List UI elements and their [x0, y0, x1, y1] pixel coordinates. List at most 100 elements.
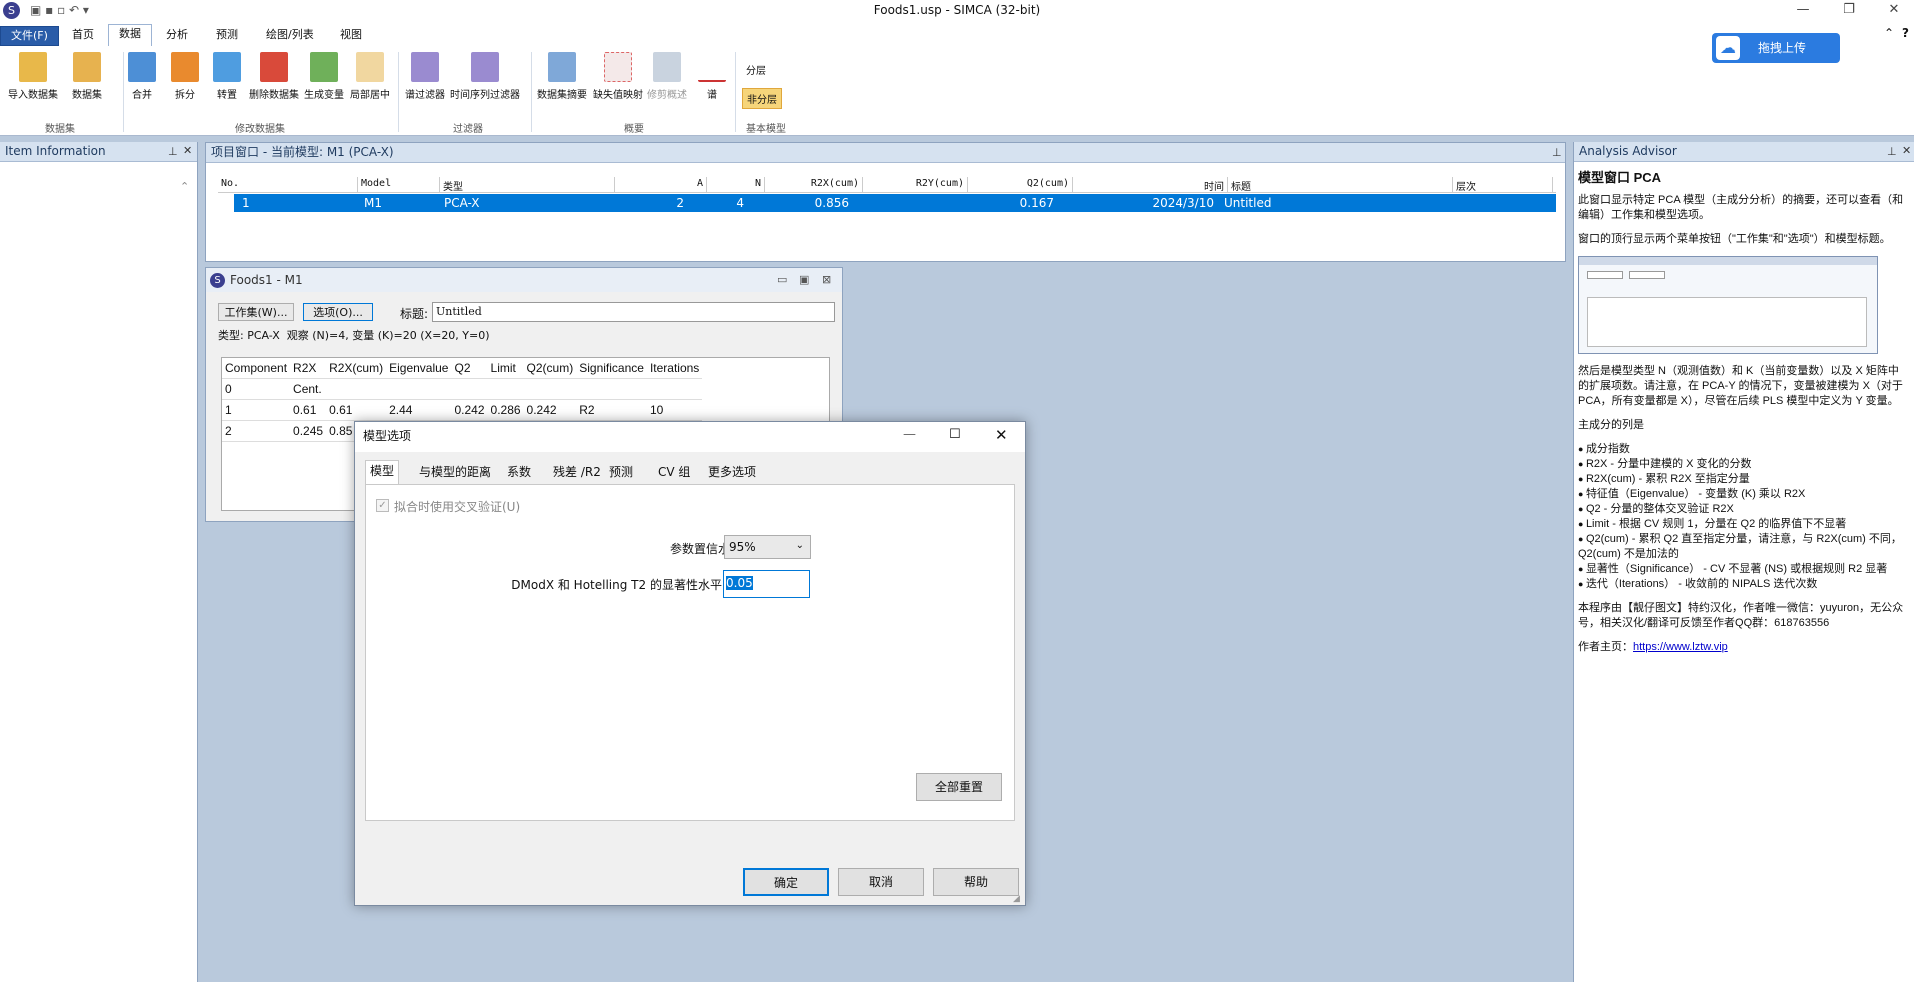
cell: R2: [576, 399, 647, 421]
confidence-select[interactable]: 95% ⌄: [724, 535, 811, 559]
non-hierarchical-button[interactable]: 非分层: [742, 88, 782, 109]
maximize-icon[interactable]: ▣: [799, 273, 809, 286]
col-eigenvalue: Eigenvalue: [386, 358, 452, 379]
minimize-icon[interactable]: ▭: [777, 273, 787, 286]
restore-icon[interactable]: ❐: [1829, 0, 1869, 22]
cell: [646, 378, 703, 400]
cell: 2.44: [386, 399, 452, 421]
tab-cv-groups[interactable]: CV 组: [654, 462, 694, 484]
col-time[interactable]: 时间: [1073, 177, 1228, 193]
col-model[interactable]: Model: [358, 177, 440, 193]
scroll-up-icon[interactable]: ⌃: [180, 180, 189, 193]
close-icon[interactable]: ✕: [1874, 0, 1914, 22]
pane-title: Analysis Advisor: [1579, 144, 1677, 158]
dataset-button[interactable]: 数据集: [72, 52, 102, 101]
tab-more-options[interactable]: 更多选项: [704, 462, 760, 484]
tab-plot-list[interactable]: 绘图/列表: [256, 26, 324, 46]
cell: 0: [222, 378, 291, 400]
table-row[interactable]: 1 M1 PCA-X 2 4 0.856 0.167 2024/3/10 Unt…: [234, 194, 1556, 212]
dmodx-input[interactable]: 0.05: [723, 570, 810, 598]
help-button[interactable]: 帮助: [933, 868, 1019, 896]
group-label-dataset: 数据集: [45, 124, 75, 135]
col-a[interactable]: A: [615, 177, 707, 193]
pane-title: Item Information: [5, 144, 106, 158]
missing-map-button[interactable]: 缺失值映射: [593, 52, 643, 101]
time-series-filter-button[interactable]: 时间序列过滤器: [450, 52, 520, 101]
tab-residuals[interactable]: 残差 /R2: [549, 462, 605, 484]
cell: [451, 378, 488, 400]
col-n[interactable]: N: [707, 177, 765, 193]
col-q2[interactable]: Q2(cum): [968, 177, 1073, 193]
cell: [326, 378, 387, 400]
pin-icon[interactable]: ⊥: [1552, 146, 1562, 159]
close-icon[interactable]: ⊠: [822, 273, 831, 286]
split-button[interactable]: 拆分: [171, 52, 199, 101]
list-item: 迭代（Iterations） - 收敛前的 NIPALS 迭代次数: [1578, 577, 1908, 592]
crossval-label: 拟合时使用交叉验证(U): [394, 500, 521, 514]
col-type[interactable]: 类型: [440, 177, 615, 193]
window-title: Foods1.usp - SIMCA (32-bit): [873, 3, 1041, 17]
ok-button[interactable]: 确定: [743, 868, 829, 896]
cancel-button[interactable]: 取消: [838, 868, 924, 896]
pin-icon[interactable]: ⊥: [168, 145, 178, 158]
cell: 0.61: [290, 399, 327, 421]
close-icon[interactable]: ✕: [1902, 144, 1911, 157]
group-label-summary: 概要: [624, 124, 644, 135]
confidence-value: 95%: [729, 540, 756, 554]
tab-data[interactable]: 数据: [108, 24, 152, 46]
spectrum-button[interactable]: 谱: [698, 52, 726, 101]
tab-predict[interactable]: 预测: [605, 462, 637, 484]
tab-view[interactable]: 视图: [330, 26, 372, 46]
tab-file[interactable]: 文件(F): [0, 26, 59, 46]
split-icon: [171, 52, 199, 82]
trim-overview-button[interactable]: 修剪概述: [647, 52, 687, 101]
delete-dataset-button[interactable]: 删除数据集: [249, 52, 299, 101]
tab-coefficients[interactable]: 系数: [503, 462, 535, 484]
dialog-titlebar: 模型选项: [355, 422, 1025, 452]
help-icon[interactable]: ?: [1902, 26, 1909, 40]
hierarchical-button[interactable]: 分层: [746, 62, 766, 77]
transpose-button[interactable]: 转置: [213, 52, 241, 101]
tab-home[interactable]: 首页: [62, 26, 104, 46]
col-no[interactable]: No.: [218, 177, 358, 193]
spectral-filter-button[interactable]: 谱过滤器: [405, 52, 445, 101]
close-icon[interactable]: ✕: [995, 426, 1008, 444]
cell-a: 2: [676, 196, 684, 210]
pane-header: 项目窗口 - 当前模型: M1 (PCA-X): [206, 143, 1565, 163]
confidence-label: 参数置信水平:: [669, 542, 746, 556]
col-r2x[interactable]: R2X(cum): [765, 177, 863, 193]
minimize-icon[interactable]: —: [903, 427, 916, 442]
tab-predict[interactable]: 预测: [206, 26, 248, 46]
reset-all-button[interactable]: 全部重置: [916, 773, 1002, 801]
chevron-down-icon: ⌄: [795, 540, 804, 551]
title-field[interactable]: Untitled: [432, 302, 835, 322]
col-level[interactable]: 层次: [1453, 177, 1553, 193]
crossval-checkbox[interactable]: ✓: [376, 499, 389, 512]
advisor-paragraph: 窗口的顶行显示两个菜单按钮（"工作集"和"选项"）和模型标题。: [1578, 233, 1891, 245]
pin-icon[interactable]: ⊥: [1887, 145, 1897, 158]
dataset-summary-button[interactable]: 数据集摘要: [537, 52, 587, 101]
tab-analysis[interactable]: 分析: [156, 26, 198, 46]
cell: 0.245: [290, 420, 327, 442]
col-limit: Limit: [487, 358, 524, 379]
import-dataset-button[interactable]: 导入数据集: [8, 52, 58, 101]
generate-variable-button[interactable]: 生成变量: [304, 52, 344, 101]
options-button[interactable]: 选项(O)...: [303, 303, 373, 321]
cell: 0.286: [487, 399, 524, 421]
local-centering-button[interactable]: 局部居中: [350, 52, 390, 101]
grid-header: No. Model 类型 A N R2X(cum) R2Y(cum) Q2(cu…: [218, 177, 1556, 193]
title-label: 标题:: [400, 307, 429, 321]
minimize-icon[interactable]: —: [1783, 0, 1823, 22]
group-label-modify: 修改数据集: [235, 124, 285, 135]
merge-button[interactable]: 合并: [128, 52, 156, 101]
col-r2y[interactable]: R2Y(cum): [863, 177, 968, 193]
maximize-icon[interactable]: ☐: [949, 427, 961, 442]
tab-distance[interactable]: 与模型的距离: [415, 462, 495, 484]
col-title[interactable]: 标题: [1228, 177, 1453, 193]
ribbon-collapse-icon[interactable]: ⌃: [1884, 26, 1894, 40]
resize-grip-icon[interactable]: ◢: [1013, 894, 1020, 904]
workset-button[interactable]: 工作集(W)...: [218, 303, 294, 321]
homepage-link[interactable]: https://www.lztw.vip: [1633, 641, 1728, 653]
close-icon[interactable]: ✕: [183, 144, 192, 157]
tab-model[interactable]: 模型: [365, 460, 400, 484]
